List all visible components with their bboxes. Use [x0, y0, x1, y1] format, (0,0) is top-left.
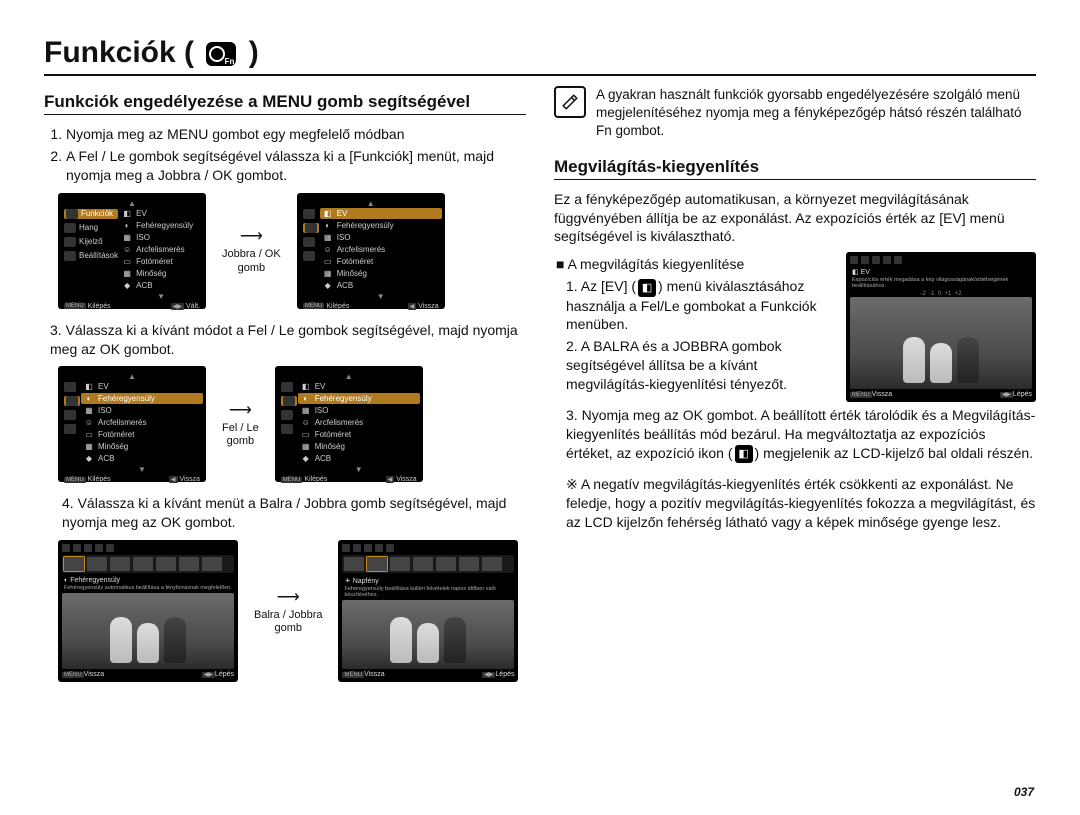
- left-heading: Funkciók engedélyezése a MENU gomb segít…: [44, 92, 526, 112]
- arrow-1: ⟶Jobbra / OK gomb: [222, 226, 281, 274]
- pencil-note-icon: [554, 86, 586, 118]
- left-heading-rule: [44, 114, 526, 115]
- step-3: Válassza ki a kívánt módot a Fel / Le go…: [50, 322, 518, 357]
- page-number: 037: [1014, 785, 1034, 799]
- camera-screenshot-1a: ▲ Funkciók Hang Kijelző Beállítások ◧EV …: [58, 193, 206, 309]
- title-rule: [44, 74, 1036, 76]
- step-4: Válassza ki a kívánt menüt a Balra / Job…: [62, 495, 506, 530]
- step-2: A Fel / Le gombok segítségével válassza …: [66, 147, 526, 185]
- arrow-2: ⟶Fel / Le gomb: [222, 400, 259, 448]
- page-title: Funkciók ( Fn ): [44, 36, 1036, 70]
- right-heading: Megvilágítás-kiegyenlítés: [554, 157, 1036, 177]
- right-heading-rule: [554, 179, 1036, 180]
- step-1: Nyomja meg az MENU gombot egy megfelelő …: [66, 125, 526, 144]
- ev-icon-2: ◧: [735, 445, 753, 463]
- title-text: Funkciók (: [44, 36, 194, 69]
- ev-step3b: ) megjelenik az LCD-kijelző bal oldali r…: [755, 445, 1034, 461]
- ev-step2: A BALRA és a JOBBRA gombok segítségével …: [566, 338, 787, 392]
- fn-badge-icon: Fn: [206, 42, 236, 66]
- camera-screenshot-1b: ▲ ◧EV ◐Fehéregyensúly ▦ISO ☺Arcfel: [297, 193, 445, 309]
- camera-screenshot-3b: ☀ Napfény Fehéregyensúly beállítása kült…: [338, 540, 518, 682]
- tip-text: A gyakran használt funkciók gyorsabb eng…: [596, 86, 1036, 141]
- left-column: Funkciók engedélyezése a MENU gomb segít…: [44, 86, 526, 694]
- camera-screenshot-2b: ▲ ◧EV ◐Fehéregyensúly ▦ISO ☺Arcfel: [275, 366, 423, 482]
- arrow-3: ⟶Balra / Jobbra gomb: [254, 587, 322, 635]
- right-column: A gyakran használt funkciók gyorsabb eng…: [554, 86, 1036, 694]
- ev-note: ※ A negatív megvilágítás-kiegyenlítés ér…: [566, 475, 1036, 532]
- camera-screenshot-ev: ◧ EV Expozíciós érték megadása a kép vil…: [846, 252, 1036, 402]
- title-end: ): [249, 36, 259, 69]
- camera-screenshot-2a: ▲ ◧EV ◐Fehéregyensúly ▦ISO ☺Arcfel: [58, 366, 206, 482]
- ev-icon: ◧: [638, 279, 656, 297]
- camera-row-2: ▲ ◧EV ◐Fehéregyensúly ▦ISO ☺Arcfel: [58, 366, 526, 482]
- tip-box: A gyakran használt funkciók gyorsabb eng…: [554, 86, 1036, 141]
- right-intro: Ez a fényképezőgép automatikusan, a körn…: [554, 190, 1036, 247]
- camera-row-3: ◐ Fehéregyensúly Fehéregyensúly automati…: [58, 540, 526, 682]
- camera-screenshot-3a: ◐ Fehéregyensúly Fehéregyensúly automati…: [58, 540, 238, 682]
- camera-row-1: ▲ Funkciók Hang Kijelző Beállítások ◧EV …: [58, 193, 526, 309]
- ev-step1a: Az [EV] (: [581, 278, 636, 294]
- ev-bullet: A megvilágítás kiegyenlítése: [568, 256, 745, 272]
